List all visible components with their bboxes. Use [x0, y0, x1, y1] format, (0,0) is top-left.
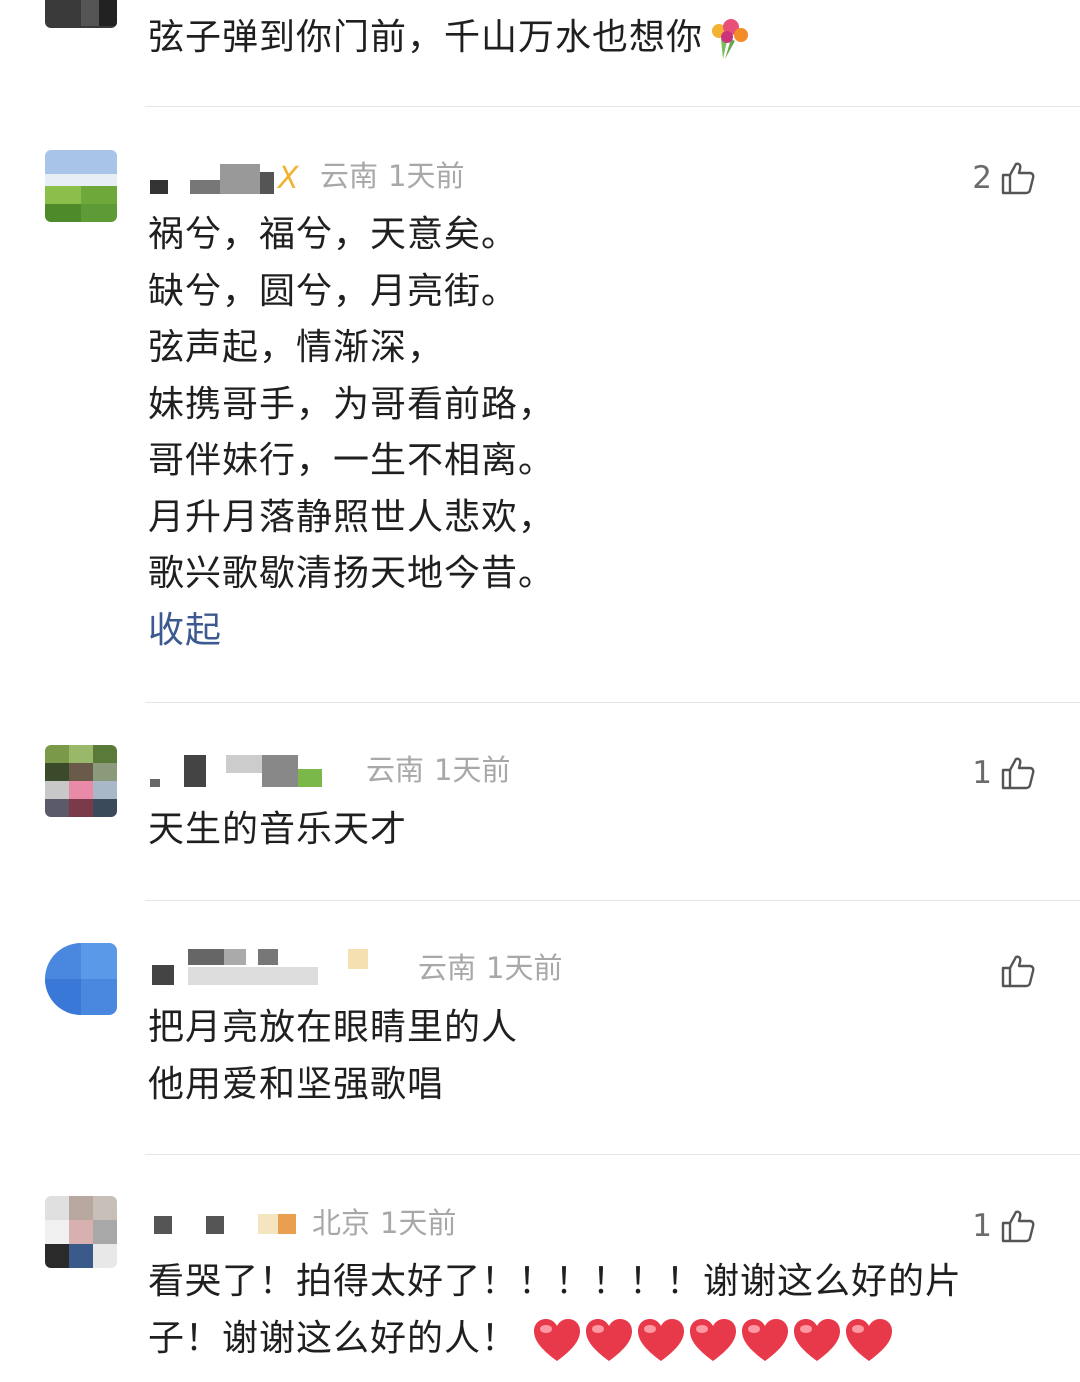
like-count: 2 [972, 160, 992, 196]
divider [145, 702, 1080, 703]
divider [145, 106, 1080, 107]
red-heart-icon [690, 1318, 737, 1361]
like-count: 1 [972, 1208, 992, 1244]
comment-text: 弦子弹到你门前，千山万水也想你 [148, 10, 753, 67]
thumbs-up-icon [1001, 955, 1035, 988]
avatar[interactable] [45, 745, 117, 817]
avatar[interactable] [45, 943, 117, 1015]
like-button[interactable]: 1 [972, 1206, 1036, 1246]
bouquet-icon [712, 19, 749, 59]
avatar[interactable] [45, 1196, 117, 1268]
comment-meta: 云南 1天前 [320, 159, 465, 193]
comment-header: X [148, 158, 307, 198]
thumbs-up-icon [1001, 162, 1035, 195]
red-heart-icon [534, 1318, 581, 1361]
username-redacted[interactable] [148, 1204, 308, 1244]
comment-header [148, 751, 368, 791]
comment-meta: 北京 1天前 [312, 1206, 457, 1240]
red-heart-icon [742, 1318, 789, 1361]
red-heart-icon [638, 1318, 685, 1361]
heart-emoji-row [532, 1317, 896, 1363]
like-button[interactable] [992, 951, 1036, 991]
comment-text: 看哭了！拍得太好了！！！！！！谢谢这么好的片 子！谢谢这么好的人！ [148, 1254, 962, 1367]
avatar[interactable] [45, 0, 117, 28]
like-button[interactable]: 2 [972, 158, 1036, 198]
username-redacted[interactable] [148, 158, 278, 198]
red-heart-icon [846, 1318, 893, 1361]
divider [145, 1154, 1080, 1155]
like-button[interactable]: 1 [972, 753, 1036, 793]
thumbs-up-icon [1001, 1210, 1035, 1243]
comment-meta: 云南 1天前 [418, 951, 563, 985]
avatar[interactable] [45, 150, 117, 222]
thumbs-up-icon [1001, 757, 1035, 790]
username-redacted[interactable] [148, 751, 368, 791]
collapse-link[interactable]: 收起 [148, 603, 555, 660]
red-heart-icon [586, 1318, 633, 1361]
red-heart-icon [794, 1318, 841, 1361]
comment-text: 祸兮，福兮，天意矣。 缺兮，圆兮，月亮街。 弦声起，情渐深， 妹携哥手，为哥看前… [148, 207, 555, 659]
divider [145, 900, 1080, 901]
like-count: 1 [972, 755, 992, 791]
comment-text: 天生的音乐天才 [148, 809, 408, 850]
comment-meta: 云南 1天前 [366, 753, 511, 787]
vip-badge-icon: X [278, 160, 299, 196]
comment-header [148, 949, 418, 989]
comment-header [148, 1204, 308, 1244]
username-redacted[interactable] [148, 949, 418, 989]
comment-text: 把月亮放在眼睛里的人 他用爱和坚强歌唱 [148, 1007, 519, 1105]
